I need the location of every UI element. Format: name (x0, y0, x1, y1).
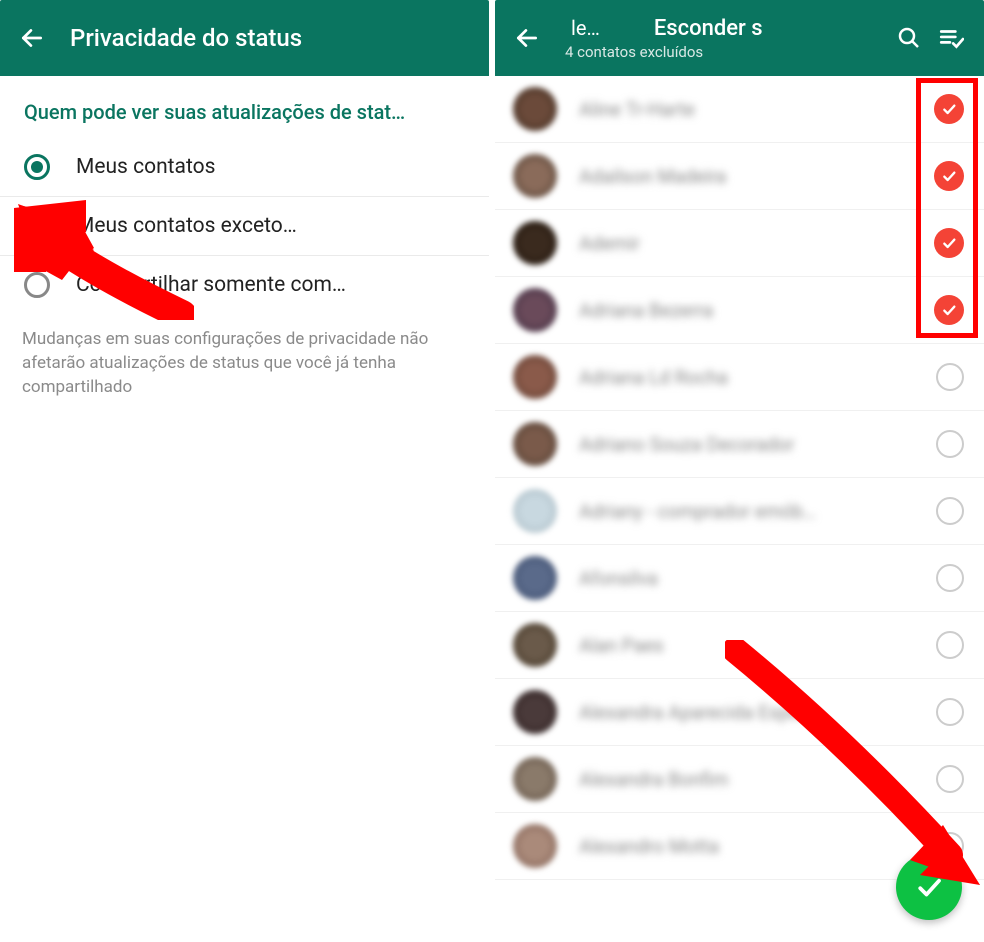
radio-icon (24, 213, 50, 239)
contact-row[interactable]: Ademir (495, 210, 984, 277)
radio-list: Meus contatos Meus contatos exceto… Comp… (0, 138, 489, 314)
contact-row[interactable]: Adriano Souza Decorador (495, 411, 984, 478)
contact-row[interactable]: Adriana Bezerra (495, 277, 984, 344)
avatar (513, 757, 557, 801)
select-all-button[interactable] (930, 17, 972, 59)
check-icon (941, 101, 957, 117)
avatar (513, 623, 557, 667)
checkbox-checked[interactable] (934, 228, 964, 258)
search-icon (897, 26, 921, 50)
check-icon (941, 302, 957, 318)
checkbox-unchecked[interactable] (936, 564, 964, 592)
avatar (513, 422, 557, 466)
check-icon (941, 235, 957, 251)
select-all-icon (938, 25, 964, 51)
avatar (513, 355, 557, 399)
contact-row[interactable]: Adailson Madeira (495, 143, 984, 210)
contact-name: Adriano Souza Decorador (579, 433, 936, 456)
radio-option-my-contacts[interactable]: Meus contatos (0, 138, 489, 197)
radio-label: Meus contatos (76, 155, 215, 179)
header-left-trunc: le… (571, 16, 600, 40)
contact-row[interactable]: Adriany - comprador emób… (495, 478, 984, 545)
checkbox-unchecked[interactable] (936, 497, 964, 525)
radio-icon (24, 272, 50, 298)
contact-row[interactable]: Adriana Ld Rocha (495, 344, 984, 411)
screen-status-privacy: Privacidade do status Quem pode ver suas… (0, 0, 489, 942)
header-title-block: le… Esconder s 4 contatos excluídos (565, 16, 888, 61)
checkbox-unchecked[interactable] (936, 765, 964, 793)
page-title: Privacidade do status (70, 24, 477, 52)
header-subtitle: 4 contatos excluídos (565, 43, 888, 61)
back-button[interactable] (507, 18, 547, 58)
radio-option-except[interactable]: Meus contatos exceto… (0, 197, 489, 256)
checkbox-checked[interactable] (934, 161, 964, 191)
contact-row[interactable]: Afonsilva (495, 545, 984, 612)
contact-name: Alan Paes (579, 634, 936, 657)
check-icon (914, 872, 944, 902)
avatar (513, 489, 557, 533)
radio-icon (24, 154, 50, 180)
page-title: Esconder s (654, 16, 763, 41)
contact-name: Alexandra Bonfim (579, 768, 936, 791)
search-button[interactable] (888, 17, 930, 59)
contact-name: Afonsilva (579, 567, 936, 590)
contact-row[interactable]: Alexandra Aparecida Espen… (495, 679, 984, 746)
contact-row[interactable]: Alan Paes (495, 612, 984, 679)
checkbox-unchecked[interactable] (936, 430, 964, 458)
contact-name: Adailson Madeira (579, 165, 934, 188)
contact-name: Adriany - comprador emób… (579, 500, 936, 523)
avatar (513, 87, 557, 131)
radio-label: Compartilhar somente com… (76, 273, 346, 297)
avatar (513, 690, 557, 734)
contact-name: Ademir (579, 232, 934, 255)
contact-row[interactable]: Aline Tr-Harte (495, 76, 984, 143)
contact-name: Aline Tr-Harte (579, 98, 934, 121)
avatar (513, 154, 557, 198)
checkbox-unchecked[interactable] (936, 631, 964, 659)
header: Privacidade do status (0, 0, 489, 76)
radio-option-only[interactable]: Compartilhar somente com… (0, 256, 489, 314)
radio-label: Meus contatos exceto… (76, 214, 297, 238)
contact-name: Adriana Bezerra (579, 299, 934, 322)
screen-hide-contacts: le… Esconder s 4 contatos excluídos Alin… (495, 0, 984, 942)
checkbox-checked[interactable] (934, 94, 964, 124)
avatar (513, 824, 557, 868)
contact-name: Alexandra Aparecida Espen… (579, 701, 936, 724)
back-arrow-icon (19, 25, 45, 51)
contact-list: Aline Tr-Harte Adailson Madeira Ademir Adri… (495, 76, 984, 880)
checkbox-checked[interactable] (934, 295, 964, 325)
confirm-fab[interactable] (896, 854, 962, 920)
back-arrow-icon (514, 25, 540, 51)
avatar (513, 556, 557, 600)
contact-name: Alexandro Motta (579, 835, 936, 858)
section-title: Quem pode ver suas atualizações de stat… (0, 76, 489, 138)
contact-row[interactable]: Alexandra Bonfim (495, 746, 984, 813)
check-icon (941, 168, 957, 184)
avatar (513, 221, 557, 265)
avatar (513, 288, 557, 332)
checkbox-unchecked[interactable] (936, 363, 964, 391)
helper-text: Mudanças em suas configurações de privac… (0, 314, 489, 413)
back-button[interactable] (12, 18, 52, 58)
checkbox-unchecked[interactable] (936, 698, 964, 726)
header: le… Esconder s 4 contatos excluídos (495, 0, 984, 76)
contact-name: Adriana Ld Rocha (579, 366, 936, 389)
